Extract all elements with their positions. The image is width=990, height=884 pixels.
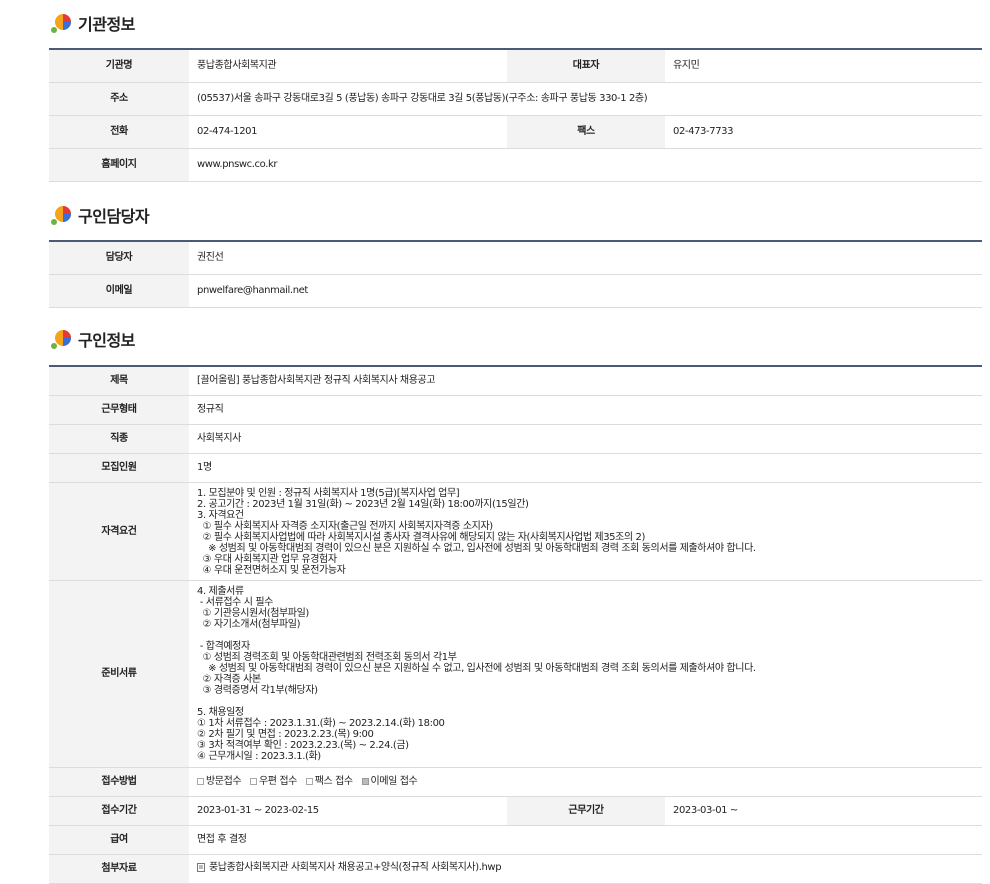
table-row: 모집인원 1명 xyxy=(49,453,983,483)
table-row: 홈페이지 www.pnswc.co.kr xyxy=(49,148,982,182)
salary-label: 급여 xyxy=(49,825,189,855)
section-title-job: 구인정보 xyxy=(50,327,135,351)
table-row: 기관명 풍납종합사회복지관 대표자 유지민 xyxy=(49,49,982,83)
section-title-text: 기관정보 xyxy=(78,15,135,34)
table-row: 접수기간 2023-01-31 ~ 2023-02-15 근무기간 2023-0… xyxy=(49,796,983,826)
method-mail: 우편 접수 xyxy=(249,776,297,787)
email-label: 이메일 xyxy=(49,274,189,308)
section-title-text: 구인담당자 xyxy=(78,207,150,226)
table-row: 전화 02-474-1201 팩스 02-473-7733 xyxy=(49,115,982,149)
job-field-label: 직종 xyxy=(49,424,189,454)
subject-label: 제목 xyxy=(49,366,189,396)
method-fax: 팩스 접수 xyxy=(305,776,353,787)
checkbox-icon xyxy=(197,777,204,785)
method-visit: 방문접수 xyxy=(197,776,242,787)
rep-value: 유지민 xyxy=(665,49,982,83)
table-row: 준비서류 4. 제출서류 - 서류접수 시 필수 ① 기관응시원서(첨부파일) … xyxy=(49,580,983,768)
rep-label: 대표자 xyxy=(507,49,665,83)
headcount-value: 1명 xyxy=(189,453,983,483)
headcount-label: 모집인원 xyxy=(49,453,189,483)
work-type-label: 근무형태 xyxy=(49,395,189,425)
fax-value: 02-473-7733 xyxy=(665,115,982,149)
org-name-value: 풍납종합사회복지관 xyxy=(189,49,507,83)
subject-value: [끌어올림] 풍납종합사회복지관 정규직 사회복지사 채용공고 xyxy=(189,366,983,396)
homepage-link[interactable]: www.pnswc.co.kr xyxy=(189,148,982,182)
checkbox-icon xyxy=(249,777,257,785)
table-row: 근무형태 정규직 xyxy=(49,395,983,425)
section-logo-icon xyxy=(51,330,71,349)
salary-value: 면접 후 결정 xyxy=(189,825,983,855)
table-row: 직종 사회복지사 xyxy=(49,424,983,454)
job-info-table: 제목 [끌어올림] 풍납종합사회복지관 정규직 사회복지사 채용공고 근무형태 … xyxy=(49,365,983,884)
table-row: 제목 [끌어올림] 풍납종합사회복지관 정규직 사회복지사 채용공고 xyxy=(49,366,983,396)
apply-period-value: 2023-01-31 ~ 2023-02-15 xyxy=(189,796,507,826)
tel-value: 02-474-1201 xyxy=(189,115,507,149)
qualification-label: 자격요건 xyxy=(49,482,189,581)
qualification-text: 1. 모집분야 및 인원 : 정규직 사회복지사 1명(5급)[복지사업 업무]… xyxy=(189,482,983,581)
contact-info-table: 담당자 권진선 이메일 pnwelfare@hanmail.net xyxy=(49,240,982,308)
section-logo-icon xyxy=(51,14,71,33)
homepage-label: 홈페이지 xyxy=(49,148,189,182)
table-row: 급여 면접 후 결정 xyxy=(49,825,983,855)
file-icon xyxy=(197,863,205,872)
method-email: 이메일 접수 xyxy=(361,776,418,787)
contact-person-value: 권진선 xyxy=(189,241,982,275)
section-title-text: 구인정보 xyxy=(78,331,135,350)
table-row: 첨부자료 풍납종합사회복지관 사회복지사 채용공고+양식(정규직 사회복지사).… xyxy=(49,854,983,884)
work-period-label: 근무기간 xyxy=(507,796,665,826)
table-row: 접수방법 방문접수 우편 접수 팩스 접수 이메일 접수 xyxy=(49,767,983,797)
documents-label: 준비서류 xyxy=(49,580,189,768)
section-title-org: 기관정보 xyxy=(50,11,135,35)
table-row: 이메일 pnwelfare@hanmail.net xyxy=(49,274,982,308)
fax-label: 팩스 xyxy=(507,115,665,149)
org-name-label: 기관명 xyxy=(49,49,189,83)
checkbox-icon xyxy=(305,777,313,785)
apply-method-options: 방문접수 우편 접수 팩스 접수 이메일 접수 xyxy=(189,767,983,797)
attachment-cell: 풍납종합사회복지관 사회복지사 채용공고+양식(정규직 사회복지사).hwp xyxy=(189,854,983,884)
table-row: 자격요건 1. 모집분야 및 인원 : 정규직 사회복지사 1명(5급)[복지사… xyxy=(49,482,983,581)
apply-period-label: 접수기간 xyxy=(49,796,189,826)
table-row: 담당자 권진선 xyxy=(49,241,982,275)
tel-label: 전화 xyxy=(49,115,189,149)
org-info-table: 기관명 풍납종합사회복지관 대표자 유지민 주소 (05537)서울 송파구 강… xyxy=(49,48,982,182)
email-value[interactable]: pnwelfare@hanmail.net xyxy=(189,274,982,308)
section-title-contact: 구인담당자 xyxy=(50,203,150,227)
address-label: 주소 xyxy=(49,82,189,116)
documents-text: 4. 제출서류 - 서류접수 시 필수 ① 기관응시원서(첨부파일) ② 자기소… xyxy=(189,580,983,768)
checkbox-checked-icon xyxy=(361,777,369,785)
work-period-value: 2023-03-01 ~ xyxy=(665,796,983,826)
section-logo-icon xyxy=(51,206,71,225)
attachment-label: 첨부자료 xyxy=(49,854,189,884)
job-field-value: 사회복지사 xyxy=(189,424,983,454)
contact-person-label: 담당자 xyxy=(49,241,189,275)
work-type-value: 정규직 xyxy=(189,395,983,425)
apply-method-label: 접수방법 xyxy=(49,767,189,797)
table-row: 주소 (05537)서울 송파구 강동대로3길 5 (풍납동) 송파구 강동대로… xyxy=(49,82,982,116)
address-value: (05537)서울 송파구 강동대로3길 5 (풍납동) 송파구 강동대로 3길… xyxy=(189,82,982,116)
attachment-link[interactable]: 풍납종합사회복지관 사회복지사 채용공고+양식(정규직 사회복지사).hwp xyxy=(197,862,502,873)
